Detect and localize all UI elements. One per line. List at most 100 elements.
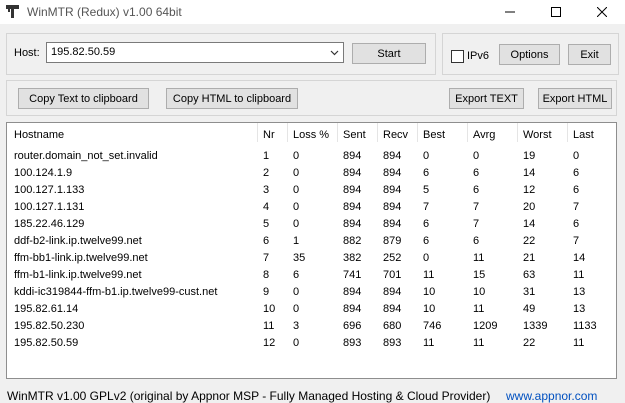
table-cell: 10	[423, 303, 436, 315]
start-button[interactable]: Start	[352, 43, 426, 64]
table-row[interactable]: 185.22.46.129 5 0 894 894 6 7 14 6	[7, 218, 616, 235]
column-header[interactable]: Avrg	[473, 129, 495, 141]
table-row[interactable]: 195.82.50.59 12 0 893 893 11 11 22 11	[7, 337, 616, 354]
table-cell: 894	[343, 218, 362, 230]
table-row[interactable]: 195.82.50.230 11 3 696 680 746 1209 1339 1133	[7, 320, 616, 337]
table-cell: 35	[293, 252, 306, 264]
host-combobox[interactable]: 195.82.50.59	[46, 42, 344, 63]
table-cell: 49	[523, 303, 536, 315]
table-cell: 0	[423, 252, 430, 264]
column-separator[interactable]	[467, 123, 468, 142]
column-header[interactable]: Hostname	[14, 129, 64, 141]
table-cell: 4	[263, 201, 270, 213]
table-cell: 11	[423, 337, 435, 349]
table-cell: 11	[263, 320, 275, 332]
table-cell: 894	[383, 201, 402, 213]
table-cell: 100.127.1.133	[14, 184, 85, 196]
column-header[interactable]: Nr	[263, 129, 275, 141]
chevron-down-icon[interactable]	[330, 48, 339, 57]
table-row[interactable]: kddi-ic319844-ffm-b1.ip.twelve99-cust.ne…	[7, 286, 616, 303]
table-cell: 1	[263, 150, 270, 162]
table-cell: 11	[423, 269, 435, 281]
table-cell: 741	[343, 269, 362, 281]
table-cell: ffm-bb1-link.ip.twelve99.net	[14, 252, 148, 264]
table-cell: 7	[573, 201, 580, 213]
table-cell: 195.82.50.230	[14, 320, 85, 332]
table-cell: 893	[383, 337, 402, 349]
results-list[interactable]: Hostname Nr Loss % Sent Recv Best Avrg Worst Las…	[6, 122, 617, 379]
minimize-button[interactable]	[487, 0, 533, 24]
minimize-icon	[505, 11, 515, 13]
table-cell: 382	[343, 252, 362, 264]
table-cell: 1133	[573, 320, 597, 332]
column-header[interactable]: Sent	[343, 129, 366, 141]
table-cell: 0	[293, 286, 300, 298]
maximize-button[interactable]	[533, 0, 579, 24]
column-separator[interactable]	[257, 123, 258, 142]
table-cell: 14	[573, 252, 586, 264]
table-cell: 22	[523, 235, 536, 247]
column-separator[interactable]	[337, 123, 338, 142]
column-header[interactable]: Last	[573, 129, 594, 141]
table-cell: 894	[343, 303, 362, 315]
table-cell: 5	[263, 218, 270, 230]
column-separator[interactable]	[517, 123, 518, 142]
table-cell: 100.127.1.131	[14, 201, 85, 213]
table-cell: 185.22.46.129	[14, 218, 85, 230]
table-cell: 0	[293, 201, 300, 213]
table-cell: 22	[523, 337, 536, 349]
exit-button[interactable]: Exit	[568, 44, 611, 65]
table-cell: 6	[423, 235, 430, 247]
table-row[interactable]: ffm-b1-link.ip.twelve99.net 8 6 741 701 11 15 6…	[7, 269, 616, 286]
table-cell: 252	[383, 252, 402, 264]
host-input[interactable]: 195.82.50.59	[51, 46, 115, 58]
table-cell: 0	[293, 337, 300, 349]
table-cell: 0	[293, 150, 300, 162]
table-row[interactable]: 195.82.61.14 10 0 894 894 10 11 49 13	[7, 303, 616, 320]
table-row[interactable]: 100.127.1.131 4 0 894 894 7 7 20 7	[7, 201, 616, 218]
table-cell: 6	[573, 218, 580, 230]
ipv6-label[interactable]: IPv6	[467, 50, 489, 62]
table-cell: 894	[383, 218, 402, 230]
export-text-button[interactable]: Export TEXT	[449, 88, 524, 109]
table-cell: 879	[383, 235, 402, 247]
table-cell: 894	[343, 201, 362, 213]
column-header[interactable]: Loss %	[293, 129, 329, 141]
copy-html-button[interactable]: Copy HTML to clipboard	[166, 88, 298, 109]
table-row[interactable]: 100.127.1.133 3 0 894 894 5 6 12 6	[7, 184, 616, 201]
title-bar: WinMTR (Redux) v1.00 64bit	[0, 0, 625, 24]
column-header[interactable]: Best	[423, 129, 445, 141]
table-cell: 11	[473, 337, 485, 349]
table-cell: 7	[423, 201, 430, 213]
column-separator[interactable]	[377, 123, 378, 142]
table-row[interactable]: 100.124.1.9 2 0 894 894 6 6 14 6	[7, 167, 616, 184]
copy-text-button[interactable]: Copy Text to clipboard	[18, 88, 149, 109]
ipv6-checkbox[interactable]	[451, 50, 464, 63]
table-cell: 894	[383, 150, 402, 162]
table-cell: 6	[423, 167, 430, 179]
column-separator[interactable]	[287, 123, 288, 142]
table-cell: 746	[423, 320, 442, 332]
table-cell: 10	[473, 286, 486, 298]
column-header[interactable]: Worst	[523, 129, 552, 141]
column-header[interactable]: Recv	[383, 129, 408, 141]
table-cell: 6	[473, 167, 480, 179]
table-row[interactable]: router.domain_not_set.invalid 1 0 894 894 0 0 1…	[7, 150, 616, 167]
table-cell: 11	[573, 337, 585, 349]
table-cell: 195.82.61.14	[14, 303, 79, 315]
table-cell: 100.124.1.9	[14, 167, 73, 179]
options-button[interactable]: Options	[499, 44, 560, 65]
appnor-link[interactable]: www.appnor.com	[506, 389, 597, 403]
column-separator[interactable]	[417, 123, 418, 142]
table-row[interactable]: ddf-b2-link.ip.twelve99.net 6 1 882 879 6 6 22 7	[7, 235, 616, 252]
export-html-button[interactable]: Export HTML	[538, 88, 612, 109]
table-cell: 7	[573, 235, 580, 247]
table-row[interactable]: ffm-bb1-link.ip.twelve99.net 7 35 382 252 0 11…	[7, 252, 616, 269]
table-cell: 7	[473, 201, 480, 213]
column-separator[interactable]	[567, 123, 568, 142]
table-cell: 894	[343, 184, 362, 196]
table-cell: 6	[263, 235, 270, 247]
table-cell: 894	[383, 286, 402, 298]
close-button[interactable]	[579, 0, 625, 24]
close-icon	[597, 7, 607, 17]
